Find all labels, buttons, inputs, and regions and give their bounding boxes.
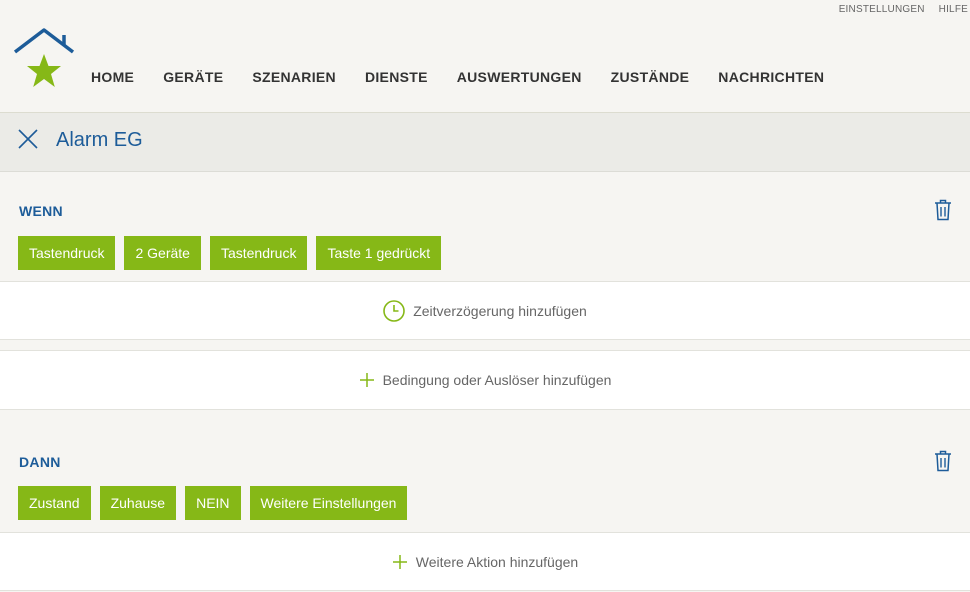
- then-chips: Zustand Zuhause NEIN Weitere Einstellung…: [18, 486, 408, 520]
- then-heading: DANN: [19, 454, 61, 470]
- clock-icon: [383, 299, 406, 322]
- nav-item-zustaende[interactable]: ZUSTÄNDE: [611, 69, 690, 85]
- add-condition-label: Bedingung oder Auslöser hinzufügen: [382, 372, 612, 388]
- nav-item-szenarien[interactable]: SZENARIEN: [252, 69, 336, 85]
- header: HOME GERÄTE SZENARIEN DIENSTE AUSWERTUNG…: [0, 0, 970, 113]
- nav-item-dienste[interactable]: DIENSTE: [365, 69, 428, 85]
- when-chips: Tastendruck 2 Geräte Tastendruck Taste 1…: [18, 236, 442, 270]
- help-link[interactable]: HILFE: [939, 4, 968, 15]
- when-chip-trigger-type[interactable]: Tastendruck: [18, 236, 116, 270]
- then-chip-value[interactable]: NEIN: [185, 486, 241, 520]
- add-condition-button[interactable]: Bedingung oder Auslöser hinzufügen: [0, 350, 970, 410]
- title-bar: [0, 113, 970, 172]
- page-title: Alarm EG: [56, 129, 143, 151]
- nav-item-auswertungen[interactable]: AUSWERTUNGEN: [457, 69, 582, 85]
- then-chip-more-settings[interactable]: Weitere Einstellungen: [249, 486, 408, 520]
- when-chip-devices[interactable]: 2 Geräte: [124, 236, 201, 270]
- nav-item-geraete[interactable]: GERÄTE: [163, 69, 223, 85]
- when-heading: WENN: [19, 203, 63, 219]
- then-chip-action-type[interactable]: Zustand: [18, 486, 91, 520]
- then-chip-state[interactable]: Zuhause: [99, 486, 177, 520]
- utility-links: EINSTELLUNGEN HILFE: [839, 4, 968, 15]
- close-icon[interactable]: [17, 128, 39, 150]
- plus-icon: [359, 372, 375, 388]
- add-delay-label: Zeitverzögerung hinzufügen: [413, 302, 587, 319]
- add-action-label: Weitere Aktion hinzufügen: [415, 553, 579, 570]
- main-nav: HOME GERÄTE SZENARIEN DIENSTE AUSWERTUNG…: [91, 69, 824, 85]
- nav-item-home[interactable]: HOME: [91, 69, 134, 85]
- add-action-button[interactable]: Weitere Aktion hinzufügen: [0, 532, 970, 591]
- plus-icon: [392, 554, 408, 570]
- when-chip-detail[interactable]: Taste 1 gedrückt: [316, 236, 442, 270]
- add-delay-button[interactable]: Zeitverzögerung hinzufügen: [0, 281, 970, 340]
- nav-item-nachrichten[interactable]: NACHRICHTEN: [718, 69, 824, 85]
- settings-link[interactable]: EINSTELLUNGEN: [839, 4, 925, 15]
- house-star-logo[interactable]: [12, 26, 78, 92]
- when-chip-event[interactable]: Tastendruck: [209, 236, 308, 270]
- trash-icon[interactable]: [934, 199, 952, 221]
- trash-icon[interactable]: [934, 450, 952, 472]
